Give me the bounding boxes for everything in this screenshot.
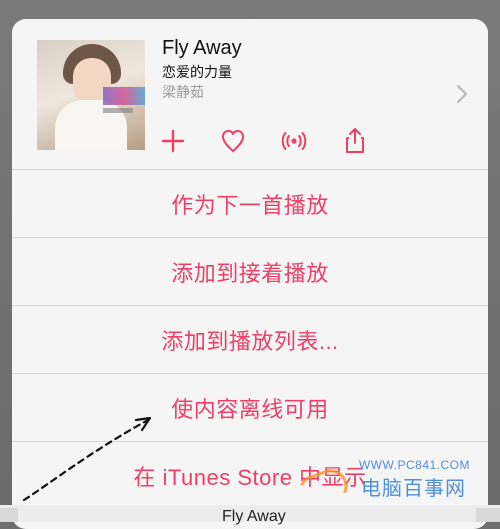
song-header: Fly Away 恋爱的力量 梁静茹 bbox=[12, 19, 488, 169]
album-name: 恋爱的力量 bbox=[162, 64, 232, 80]
song-title: Fly Away bbox=[162, 37, 242, 59]
watermark-url: WWW.PC841.COM bbox=[358, 458, 470, 472]
add-to-up-next-menu-item[interactable]: 添加到接着播放 bbox=[12, 237, 488, 306]
radio-icon[interactable] bbox=[278, 125, 310, 157]
heart-icon[interactable] bbox=[217, 125, 249, 157]
add-to-playlist-menu-item[interactable]: 添加到播放列表... bbox=[12, 305, 488, 374]
song-action-row bbox=[12, 125, 488, 165]
watermark-name: 电脑百事网 bbox=[361, 478, 466, 500]
plus-icon[interactable] bbox=[157, 125, 189, 157]
song-actions-sheet: Fly Away 恋爱的力量 梁静茹 作为下一首播放 添加到接着播放 添加到播放… bbox=[12, 19, 488, 529]
make-available-offline-menu-item[interactable]: 使内容离线可用 bbox=[12, 373, 488, 442]
now-playing-title: Fly Away bbox=[222, 508, 286, 525]
chevron-right-icon[interactable] bbox=[454, 83, 470, 105]
site-watermark: WWW.PC841.COM 电脑百事网 bbox=[293, 458, 488, 514]
share-icon[interactable] bbox=[339, 125, 371, 157]
artist-name: 梁静茹 bbox=[162, 84, 204, 100]
play-next-menu-item[interactable]: 作为下一首播放 bbox=[12, 169, 488, 238]
right-control-icon[interactable] bbox=[476, 508, 500, 522]
left-control-icon[interactable] bbox=[0, 508, 18, 522]
